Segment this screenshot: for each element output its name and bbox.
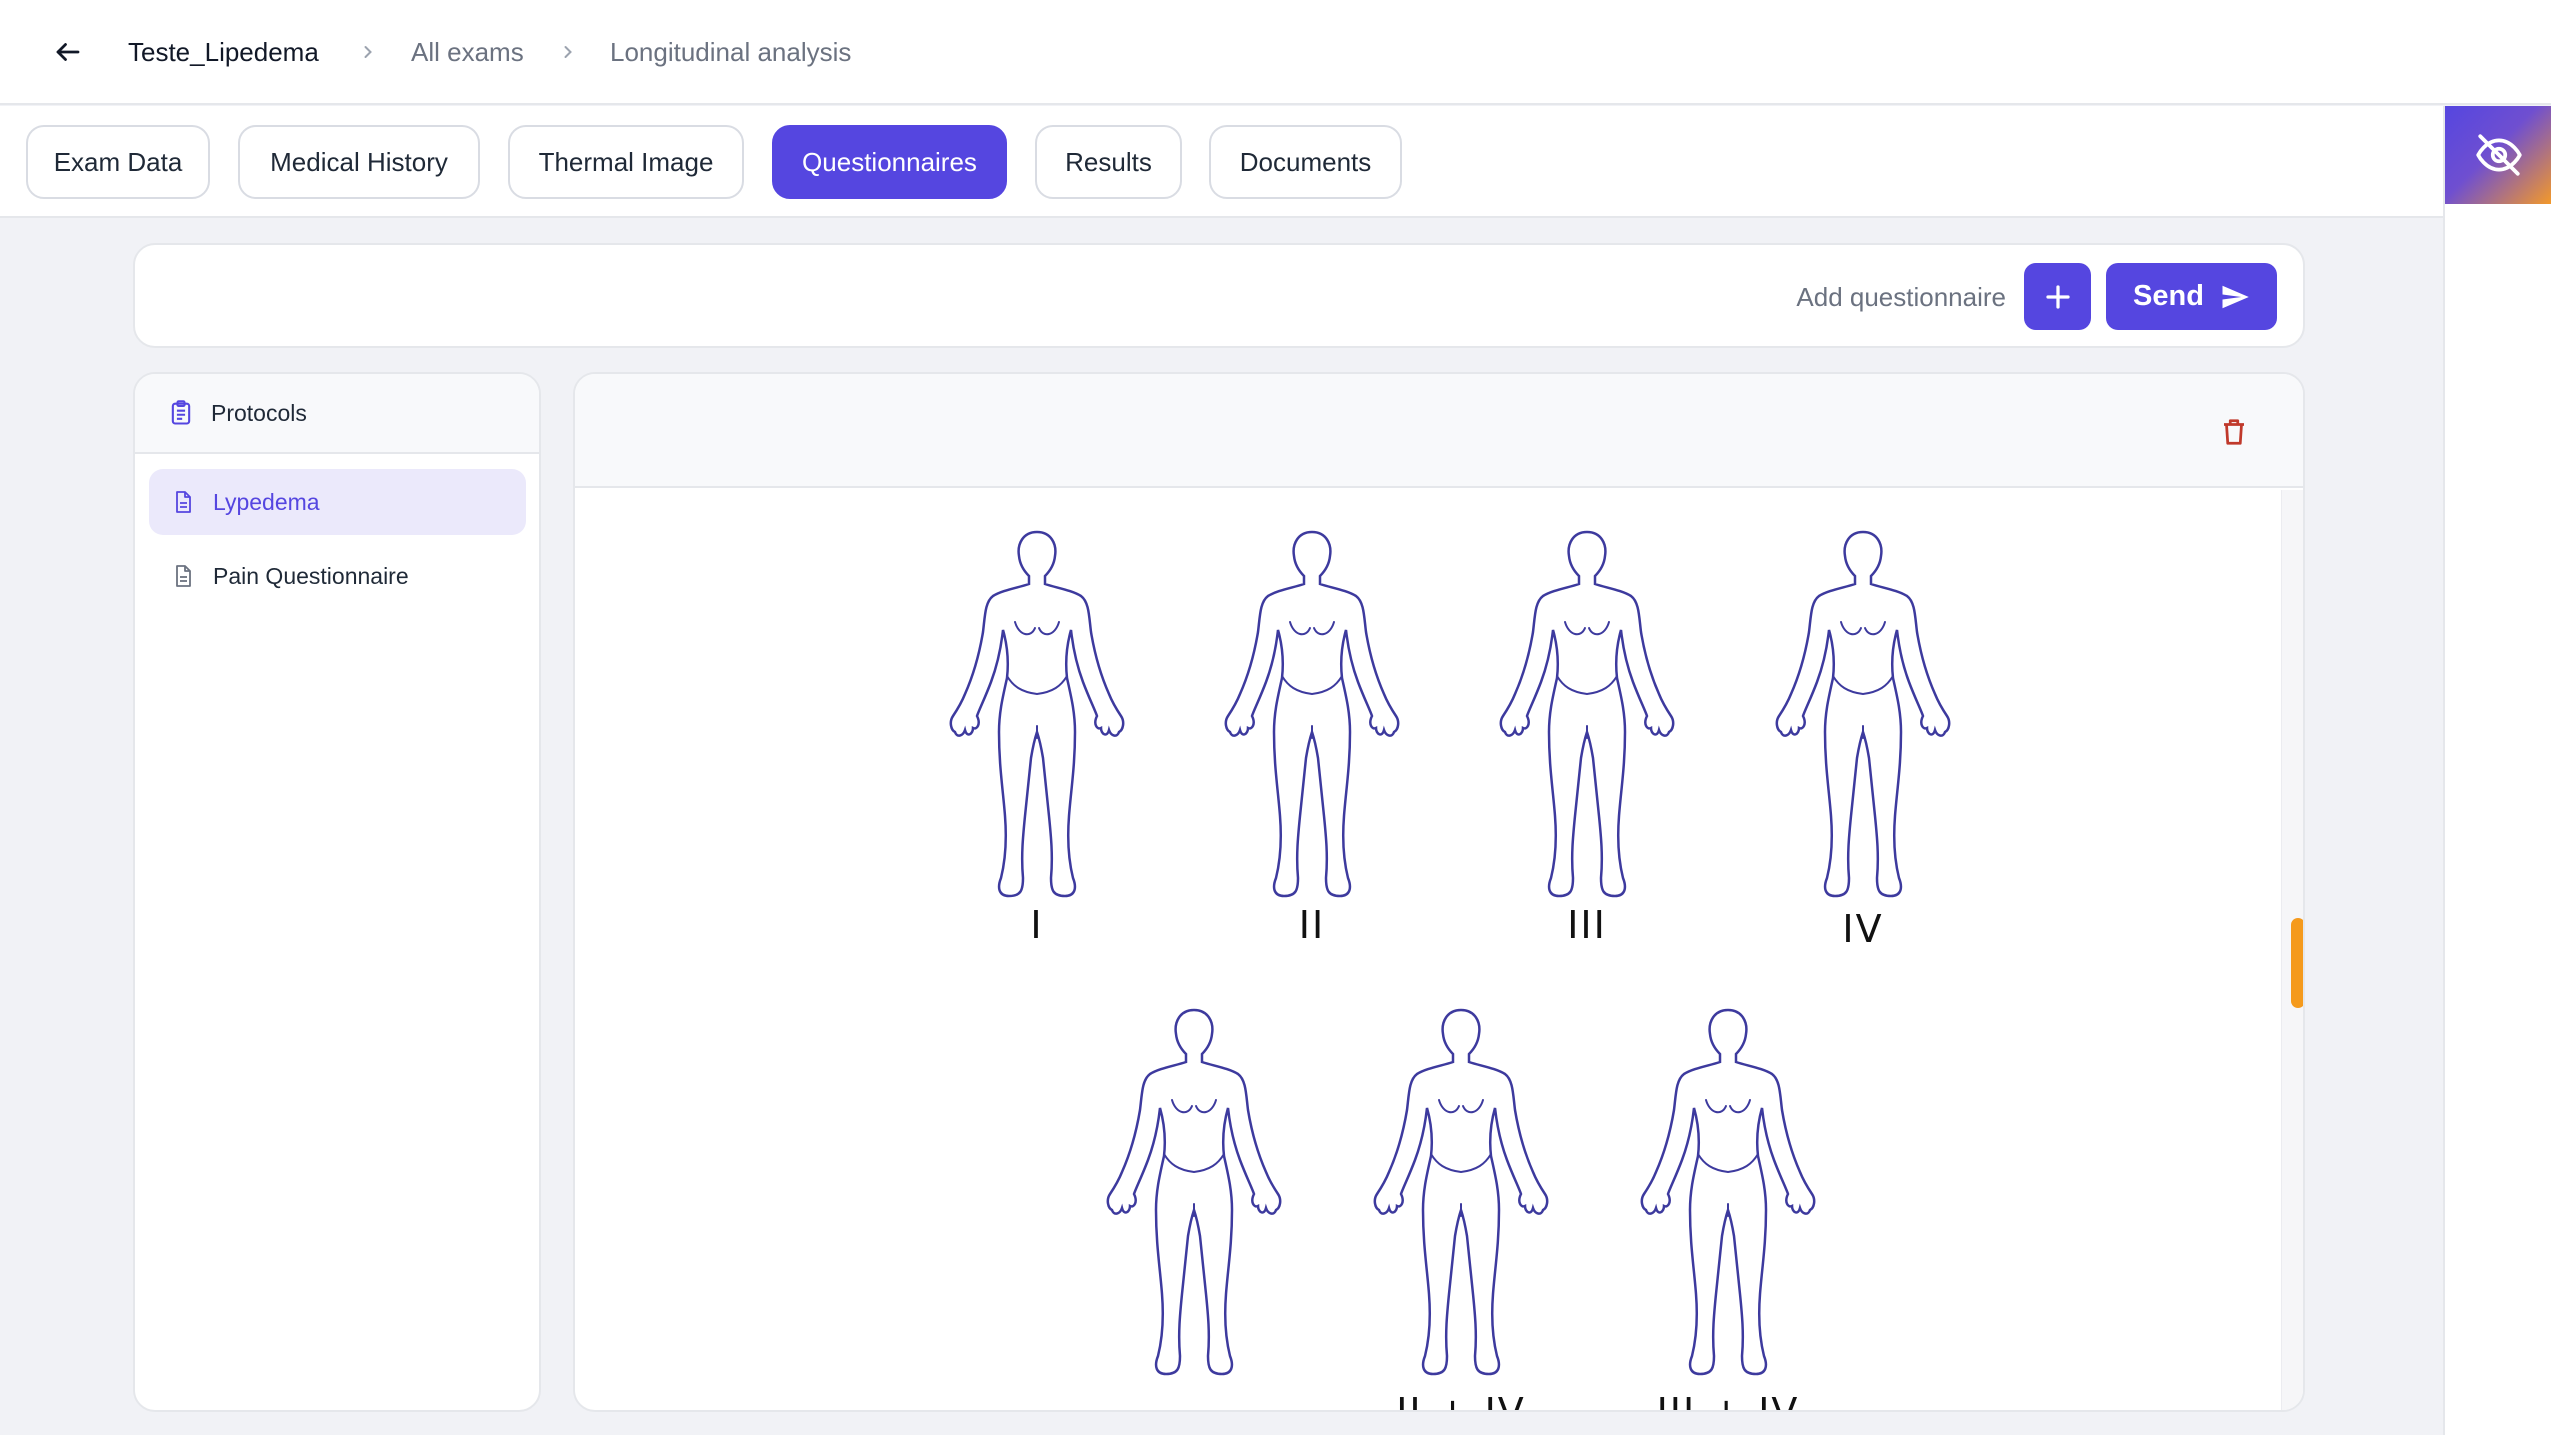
scrollbar[interactable]: [2281, 490, 2303, 1410]
top-bar: Teste_Lipedema All exams Longitudinal an…: [0, 0, 2551, 105]
right-side-panel: [2443, 106, 2551, 1435]
send-button[interactable]: Send: [2106, 263, 2277, 330]
body-figure-stage-1[interactable]: [937, 526, 1137, 906]
figure-label: II: [1298, 903, 1326, 947]
body-figure-stage-3-plus-4[interactable]: [1628, 1004, 1828, 1384]
plus-icon: [2045, 284, 2070, 309]
tab-results[interactable]: Results: [1035, 125, 1182, 199]
arrow-left-icon: [56, 43, 80, 61]
body-figure-stage-2-plus-4[interactable]: [1361, 1004, 1561, 1384]
questionnaire-actions-card: Add questionnaire Send: [133, 243, 2305, 348]
eye-off-icon: [2476, 134, 2522, 176]
chevron-right-icon: [364, 46, 372, 58]
protocol-item-label: Lypedema: [213, 488, 320, 515]
delete-questionnaire-button[interactable]: [2217, 414, 2251, 450]
body-figure-stage-3[interactable]: [1487, 526, 1687, 906]
figure-label: III: [1567, 903, 1607, 947]
questionnaire-card-header: [575, 374, 2303, 488]
send-button-label: Send: [2133, 280, 2204, 312]
tab-documents[interactable]: Documents: [1209, 125, 1402, 199]
send-icon: [2222, 285, 2249, 308]
scrollbar-thumb[interactable]: [2291, 918, 2303, 1008]
figure-label: III + IV: [1656, 1390, 1800, 1412]
toggle-visibility-button[interactable]: [2445, 106, 2551, 204]
lipedema-stage-figures: I II III IV II + IV III + IV: [575, 490, 2281, 1412]
questionnaire-card: I II III IV II + IV III + IV: [573, 372, 2305, 1412]
protocol-item-pain-questionnaire[interactable]: Pain Questionnaire: [149, 543, 526, 609]
back-button[interactable]: [50, 34, 86, 70]
tab-medical-history[interactable]: Medical History: [238, 125, 480, 199]
protocols-title: Protocols: [211, 399, 307, 426]
document-icon: [176, 491, 191, 513]
trash-icon: [2224, 419, 2244, 445]
clipboard-icon: [171, 400, 191, 425]
document-icon: [176, 565, 191, 587]
chevron-right-icon: [564, 46, 572, 58]
body-figure-lower-legs[interactable]: [1094, 1004, 1294, 1384]
protocol-item-label: Pain Questionnaire: [213, 562, 409, 589]
breadcrumb-all-exams[interactable]: All exams: [411, 36, 524, 68]
protocols-header: Protocols: [135, 374, 539, 454]
body-figure-stage-4[interactable]: [1763, 526, 1963, 906]
protocols-panel: Protocols Lypedema Pain Questionnaire: [133, 372, 541, 1412]
breadcrumb-patient: Teste_Lipedema: [128, 37, 319, 67]
tab-bar: Exam Data Medical History Thermal Image …: [0, 106, 2443, 218]
tab-questionnaires[interactable]: Questionnaires: [772, 125, 1007, 199]
add-questionnaire-button[interactable]: [2024, 263, 2091, 330]
protocol-item-lypedema[interactable]: Lypedema: [149, 469, 526, 535]
body-figure-stage-2[interactable]: [1212, 526, 1412, 906]
figure-label: IV: [1842, 907, 1884, 951]
add-questionnaire-label: Add questionnaire: [1796, 282, 2006, 312]
tab-thermal-image[interactable]: Thermal Image: [508, 125, 744, 199]
figure-label: I: [1030, 903, 1044, 947]
tab-exam-data[interactable]: Exam Data: [26, 125, 210, 199]
figure-label: II + IV: [1396, 1390, 1526, 1412]
breadcrumb-longitudinal-analysis[interactable]: Longitudinal analysis: [610, 36, 851, 68]
